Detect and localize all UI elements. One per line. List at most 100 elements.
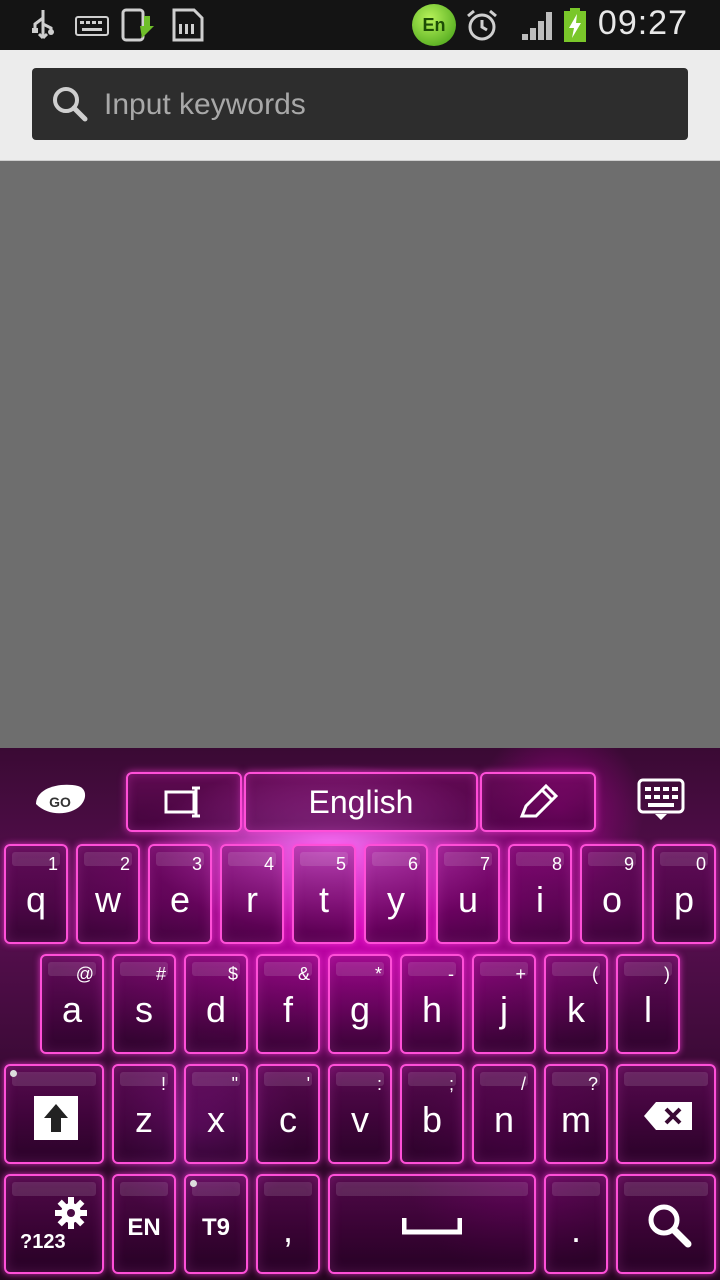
key-a[interactable]: @ a xyxy=(40,954,104,1054)
key-p[interactable]: 0p xyxy=(652,844,716,944)
key-label: c xyxy=(279,1099,297,1140)
en-badge-label: En xyxy=(422,14,446,35)
key-i[interactable]: 8i xyxy=(508,844,572,944)
key-secondary-label: 1 xyxy=(47,854,58,874)
keyboard-hide-icon xyxy=(637,778,685,820)
key-z[interactable]: ! z xyxy=(112,1064,176,1164)
key-label: s xyxy=(135,989,153,1030)
alarm-icon xyxy=(467,9,497,41)
signal-icon xyxy=(522,12,552,40)
keyboard: GO English 1q2w3e4r5t6y7u8i9o0p @ a # s $ d & f… xyxy=(0,748,720,1280)
key-b[interactable]: ; b xyxy=(400,1064,464,1164)
key-label: q xyxy=(25,879,47,920)
key-secondary-label: $ xyxy=(227,964,238,984)
search-input[interactable] xyxy=(102,68,676,142)
key-secondary-label: 7 xyxy=(479,854,490,874)
key-secondary-label: - xyxy=(448,964,454,984)
shift-icon xyxy=(34,1096,78,1140)
go-logo-text: GO xyxy=(49,794,71,810)
key-secondary-label: & xyxy=(297,964,310,984)
key-label: n xyxy=(493,1099,515,1140)
key-h[interactable]: -h xyxy=(400,954,464,1054)
key-y[interactable]: 6y xyxy=(364,844,428,944)
key-secondary-label: ) xyxy=(664,964,670,984)
key-v[interactable]: :v xyxy=(328,1064,392,1164)
key-q[interactable]: 1q xyxy=(4,844,68,944)
key-label: m xyxy=(561,1099,591,1140)
period-label: . xyxy=(570,1209,581,1250)
key-label: u xyxy=(457,879,479,920)
symbols-settings-key[interactable]: ?123 xyxy=(4,1174,104,1274)
period-key[interactable]: . xyxy=(544,1174,608,1274)
search-enter-key[interactable] xyxy=(616,1174,716,1274)
key-x[interactable]: " x xyxy=(184,1064,248,1164)
key-label: d xyxy=(205,989,227,1030)
key-secondary-label: : xyxy=(376,1074,382,1094)
search-icon xyxy=(648,1204,692,1248)
key-r[interactable]: 4r xyxy=(220,844,284,944)
key-label: a xyxy=(61,989,83,1030)
key-o[interactable]: 9o xyxy=(580,844,644,944)
key-label: r xyxy=(246,879,258,920)
phone-upload-icon xyxy=(121,8,154,42)
key-secondary-label: ' xyxy=(306,1074,310,1094)
key-secondary-label: 5 xyxy=(335,854,346,874)
key-secondary-label: 2 xyxy=(119,854,130,874)
key-secondary-label: / xyxy=(520,1074,526,1094)
key-f[interactable]: & f xyxy=(256,954,320,1054)
space-bar-icon xyxy=(402,1218,462,1235)
key-j[interactable]: + j xyxy=(472,954,536,1054)
usb-icon xyxy=(32,10,54,40)
key-k[interactable]: (k xyxy=(544,954,608,1054)
key-w[interactable]: 2w xyxy=(76,844,140,944)
key-secondary-label: ; xyxy=(448,1074,454,1094)
key-label: p xyxy=(673,879,695,920)
key-label: b xyxy=(421,1099,443,1140)
text-select-icon xyxy=(164,786,200,818)
clock: 09:27 xyxy=(597,4,688,42)
keyboard-icon xyxy=(75,16,109,36)
key-label: h xyxy=(421,989,443,1030)
battery-charging-icon xyxy=(564,8,586,42)
key-secondary-label: @ xyxy=(75,964,94,984)
go-logo-icon: GO xyxy=(36,784,86,814)
t9-key[interactable]: T9 xyxy=(184,1174,248,1274)
key-l[interactable]: ) l xyxy=(616,954,680,1054)
key-label: j xyxy=(500,989,508,1030)
comma-key[interactable]: , xyxy=(256,1174,320,1274)
key-label: z xyxy=(135,1099,153,1140)
key-c[interactable]: ' c xyxy=(256,1064,320,1164)
key-secondary-label: ? xyxy=(587,1074,598,1094)
key-t[interactable]: 5t xyxy=(292,844,356,944)
handwriting-button[interactable] xyxy=(480,772,596,832)
search-header xyxy=(0,50,720,161)
key-secondary-label: " xyxy=(231,1074,238,1094)
key-g[interactable]: * g xyxy=(328,954,392,1054)
en-key-label: EN xyxy=(127,1214,161,1241)
key-s[interactable]: # s xyxy=(112,954,176,1054)
t9-key-label: T9 xyxy=(201,1214,230,1241)
hide-keyboard-button[interactable] xyxy=(632,772,690,828)
key-d[interactable]: $ d xyxy=(184,954,248,1054)
space-key[interactable] xyxy=(328,1174,536,1274)
backspace-key[interactable] xyxy=(616,1064,716,1164)
key-n[interactable]: / n xyxy=(472,1064,536,1164)
key-label: l xyxy=(644,989,652,1030)
key-label: k xyxy=(567,989,585,1030)
shift-key[interactable] xyxy=(4,1064,104,1164)
language-button[interactable]: English xyxy=(244,772,478,832)
language-en-key[interactable]: EN xyxy=(112,1174,176,1274)
key-secondary-label: 8 xyxy=(551,854,562,874)
clipboard-select-button[interactable] xyxy=(126,772,242,832)
pen-icon xyxy=(519,783,559,818)
key-label: f xyxy=(282,989,293,1030)
go-logo-button[interactable]: GO xyxy=(28,772,92,828)
key-secondary-label: 0 xyxy=(695,854,706,874)
language-label: English xyxy=(308,783,414,820)
key-secondary-label: # xyxy=(155,964,166,984)
search-icon xyxy=(53,87,88,122)
search-box[interactable] xyxy=(32,68,688,142)
key-e[interactable]: 3e xyxy=(148,844,212,944)
key-m[interactable]: ? m xyxy=(544,1064,608,1164)
key-u[interactable]: 7u xyxy=(436,844,500,944)
